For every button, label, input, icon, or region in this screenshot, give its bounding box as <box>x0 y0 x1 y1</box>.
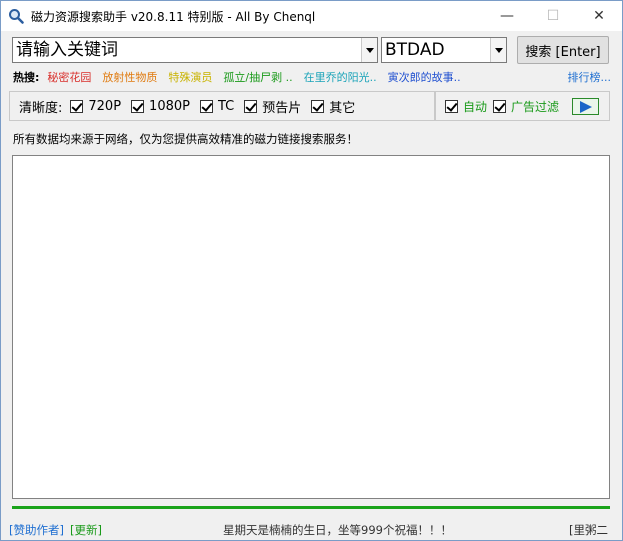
auto-option[interactable]: 自动 <box>445 98 487 115</box>
quality-option-label: 1080P <box>149 98 190 114</box>
checkbox-checked[interactable] <box>244 99 258 113</box>
chevron-down-icon <box>365 47 374 53</box>
hot-search-link[interactable]: 孤立/抽尸剥 .. <box>223 69 292 85</box>
hot-search-label: 热搜: <box>13 71 40 84</box>
hot-search-bar: 热搜: 秘密花园 放射性物质 特殊演员 孤立/抽尸剥 .. 在里乔的阳光.. 寅… <box>13 68 613 86</box>
progress-fill <box>12 506 610 509</box>
notice-text: 所有数据均来源于网络，仅为您提供高效精准的磁力链接搜索服务！ <box>13 132 358 146</box>
quality-option-other[interactable]: 其它 <box>311 97 355 116</box>
keyword-input[interactable]: 请输入关键词 <box>13 38 361 62</box>
quality-option-1080p[interactable]: 1080P <box>131 99 190 114</box>
results-list[interactable] <box>12 155 610 499</box>
quality-option-label: TC <box>217 98 235 114</box>
engine-select[interactable]: BTDAD <box>381 37 507 63</box>
progress-bar <box>12 506 610 509</box>
ad-filter-label: 广告过滤 <box>511 99 560 114</box>
quality-option-label: 预告片 <box>262 100 302 116</box>
checkbox-checked[interactable] <box>131 99 145 113</box>
engine-select-value: BTDAD <box>385 40 445 60</box>
checkbox-checked[interactable] <box>445 99 458 113</box>
play-icon <box>579 100 592 113</box>
hot-search-link[interactable]: 秘密花园 <box>47 69 91 85</box>
engine-dropdown-button[interactable] <box>490 38 506 62</box>
auto-label: 自动 <box>463 99 488 114</box>
minimize-button[interactable]: — <box>484 1 530 31</box>
close-button[interactable]: ✕ <box>576 1 622 31</box>
status-links: [赞助作者] [更新] <box>9 522 102 538</box>
quality-option-trailer[interactable]: 预告片 <box>244 97 301 116</box>
title-bar: 磁力资源搜索助手 v20.8.11 特别版 - All By Chenql — … <box>1 1 622 31</box>
app-window: 磁力资源搜索助手 v20.8.11 特别版 - All By Chenql — … <box>0 0 623 541</box>
keyword-dropdown-button[interactable] <box>361 38 377 62</box>
hot-search-link[interactable]: 寅次郎的故事.. <box>388 69 461 85</box>
sponsor-link[interactable]: [赞助作者] <box>9 523 64 537</box>
status-right-text: [里粥二 <box>569 523 608 537</box>
update-link[interactable]: [更新] <box>70 523 102 537</box>
search-button[interactable]: 搜索 [Enter] <box>517 36 609 64</box>
quality-label: 清晰度: <box>19 100 63 116</box>
ranking-link[interactable]: 排行榜... <box>568 69 612 85</box>
checkbox-checked[interactable] <box>199 99 213 113</box>
hot-search-link[interactable]: 在里乔的阳光.. <box>304 69 377 85</box>
status-message: 星期天是楠楠的生日，坐等999个祝福！！！ <box>223 523 452 537</box>
quality-filter-group: 清晰度: 720P 1080P TC 预告片 其它 <box>9 91 435 121</box>
status-bar: [赞助作者] [更新] 星期天是楠楠的生日，坐等999个祝福！！！ [里粥二 <box>1 519 622 539</box>
extra-options-group: 自动 广告过滤 <box>435 91 610 121</box>
chevron-down-icon <box>494 47 503 53</box>
checkbox-checked[interactable] <box>70 99 84 113</box>
maximize-button[interactable]: ☐ <box>530 1 576 31</box>
window-controls: — ☐ ✕ <box>484 1 622 31</box>
hot-search-link[interactable]: 特殊演员 <box>168 69 212 85</box>
magnifier-app-icon <box>8 8 24 24</box>
quality-option-tc[interactable]: TC <box>199 98 235 114</box>
window-title: 磁力资源搜索助手 v20.8.11 特别版 - All By Chenql <box>31 9 316 24</box>
ad-filter-option[interactable]: 广告过滤 <box>493 98 559 115</box>
checkbox-checked[interactable] <box>311 99 325 113</box>
quality-option-label: 其它 <box>329 100 356 116</box>
checkbox-checked[interactable] <box>493 99 507 113</box>
keyword-combobox[interactable]: 请输入关键词 <box>12 37 378 63</box>
hot-search-link[interactable]: 放射性物质 <box>102 69 157 85</box>
quality-option-720p[interactable]: 720P <box>70 99 121 114</box>
play-button[interactable] <box>572 98 599 115</box>
quality-option-label: 720P <box>88 98 122 114</box>
